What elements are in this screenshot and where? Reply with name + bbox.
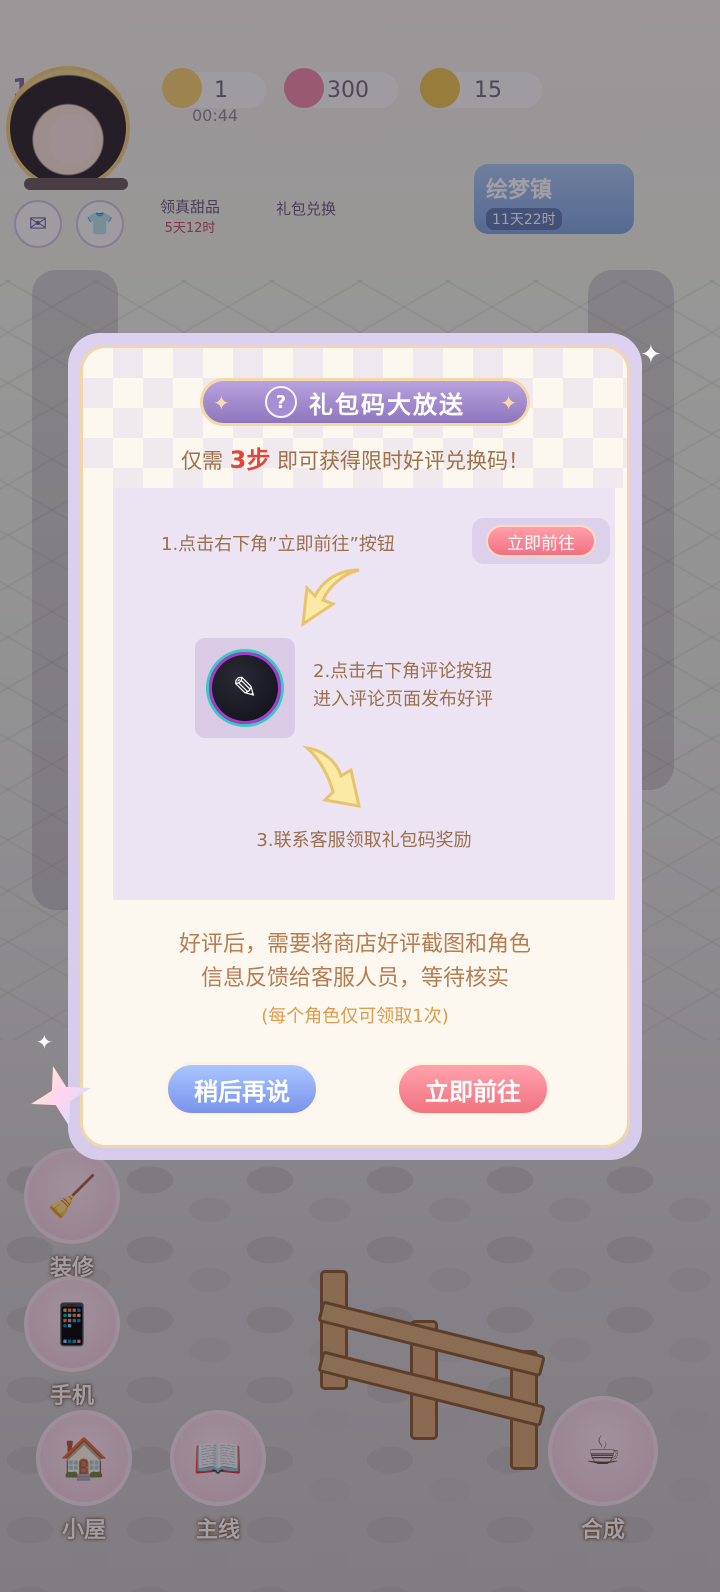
- review-note-line-1: 好评后，需要将商店好评截图和角色: [178, 932, 531, 957]
- review-note-line-2: 信息反馈给客服人员，等待核实: [200, 966, 509, 991]
- step-1-go-chip: 立即前往: [486, 525, 596, 557]
- review-app-icon-tile: ✎: [195, 638, 295, 738]
- sparkle-icon: ✦: [213, 391, 230, 415]
- dialog-subtitle: 仅需 3步 即可获得限时好评兑换码！: [83, 440, 627, 475]
- step-2-line-2: 进入评论页面发布好评: [313, 689, 493, 710]
- sparkle-icon: ✦: [640, 340, 662, 370]
- go-now-button[interactable]: 立即前往: [396, 1062, 550, 1116]
- dialog-body: ✦ ? 礼包码大放送 ✦ 仅需 3步 即可获得限时好评兑换码！ 1.点击右下角”…: [80, 345, 630, 1148]
- step-1-text: 1.点击右下角”立即前往”按钮: [161, 534, 395, 555]
- subtitle-suffix: 即可获得限时好评兑换码！: [270, 449, 530, 473]
- step-2-text: 2.点击右下角评论按钮 进入评论页面发布好评: [313, 658, 493, 714]
- sparkle-icon: ✦: [500, 391, 517, 415]
- subtitle-prefix: 仅需: [180, 449, 230, 473]
- claim-limit-note: (每个角色仅可领取1次): [261, 1006, 449, 1027]
- dialog-title-ribbon: ✦ ? 礼包码大放送 ✦: [200, 378, 530, 426]
- subtitle-steps-count: 3步: [229, 446, 271, 474]
- arrow-down-right-icon: [303, 745, 361, 808]
- step-2-line-1: 2.点击右下角评论按钮: [313, 661, 493, 682]
- step-1-chip-frame: 立即前往: [472, 518, 610, 564]
- sparkle-icon: ✦: [36, 1030, 53, 1054]
- question-icon[interactable]: ?: [265, 386, 297, 418]
- gift-code-dialog: ✦ ? 礼包码大放送 ✦ 仅需 3步 即可获得限时好评兑换码！ 1.点击右下角”…: [68, 333, 642, 1160]
- review-note: 好评后，需要将商店好评截图和角色 信息反馈给客服人员，等待核实: [83, 928, 627, 996]
- dialog-title: 礼包码大放送: [309, 390, 465, 419]
- pen-icon: ✎: [206, 649, 284, 727]
- step-3-text: 3.联系客服领取礼包码奖励: [256, 830, 472, 851]
- arrow-down-left-icon: [301, 568, 360, 628]
- steps-panel: 1.点击右下角”立即前往”按钮 立即前往 ✎ 2.点击右下角评论按钮 进入评论页…: [113, 488, 615, 900]
- later-button[interactable]: 稍后再说: [165, 1062, 319, 1116]
